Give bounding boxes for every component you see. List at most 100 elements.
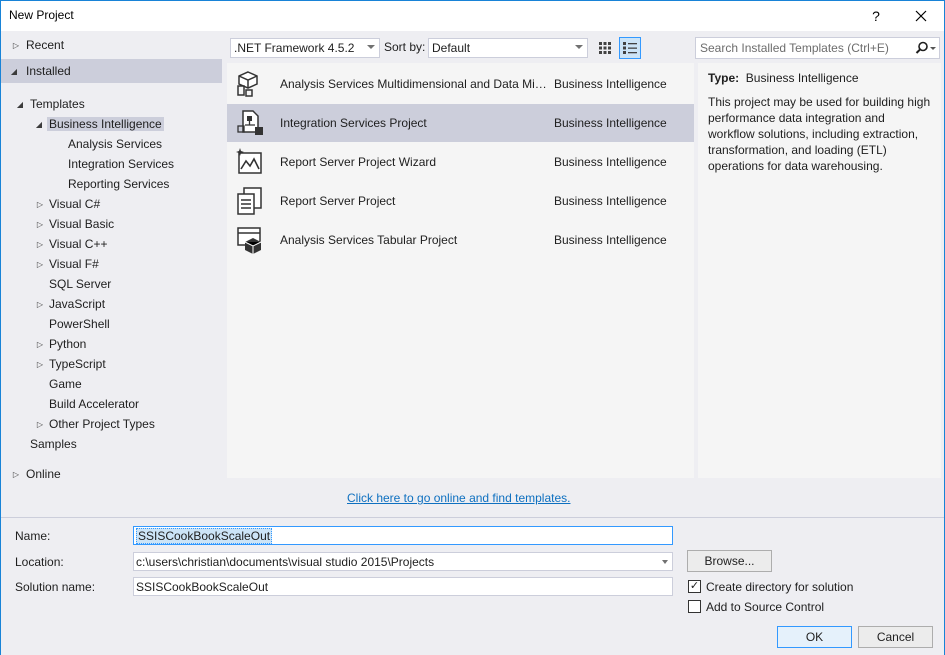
sort-dropdown[interactable]: Default: [428, 38, 588, 58]
tree-item-game[interactable]: Game: [1, 374, 222, 394]
search-templates-input[interactable]: Search Installed Templates (Ctrl+E): [695, 37, 940, 59]
create-directory-label[interactable]: Create directory for solution: [706, 580, 853, 594]
template-list: Analysis Services Multidimensional and D…: [227, 63, 694, 478]
tree-label: Visual Basic: [49, 217, 115, 231]
list-icon: [623, 42, 637, 54]
tree-item-integration-services[interactable]: Integration Services: [1, 154, 222, 174]
template-name: Report Server Project Wizard: [280, 155, 437, 169]
expand-icon[interactable]: ▷: [35, 419, 45, 429]
template-category: Business Intelligence: [554, 116, 667, 130]
tree-label: PowerShell: [49, 317, 110, 331]
solution-name-field[interactable]: SSISCookBookScaleOut: [133, 577, 673, 596]
source-control-label[interactable]: Add to Source Control: [706, 600, 824, 614]
framework-dropdown[interactable]: .NET Framework 4.5.2: [230, 38, 380, 58]
location-field[interactable]: c:\users\christian\documents\visual stud…: [133, 552, 673, 571]
template-name: Analysis Services Multidimensional and D…: [280, 77, 552, 91]
location-label: Location:: [15, 555, 64, 569]
tree-item-reporting-services[interactable]: Reporting Services: [1, 174, 222, 194]
collapse-icon[interactable]: ◢: [15, 99, 25, 109]
tree-label: SQL Server: [49, 277, 112, 291]
help-button[interactable]: ?: [853, 1, 899, 31]
expand-icon[interactable]: ▷: [35, 339, 45, 349]
tree-label: Integration Services: [68, 157, 175, 171]
collapse-icon[interactable]: ◢: [9, 66, 19, 76]
tree-item-visual-csharp[interactable]: ▷ Visual C#: [1, 194, 222, 214]
expand-icon[interactable]: ▷: [35, 199, 45, 209]
tree-label: Visual F#: [49, 257, 99, 271]
tree-item-javascript[interactable]: ▷ JavaScript: [1, 294, 222, 314]
online-templates-link[interactable]: Click here to go online and find templat…: [347, 491, 570, 505]
tree-item-build-accelerator[interactable]: Build Accelerator: [1, 394, 222, 414]
template-row[interactable]: Analysis Services Tabular Project Busine…: [227, 221, 694, 259]
tree-label: TypeScript: [49, 357, 106, 371]
tree-item-samples[interactable]: Samples: [1, 434, 222, 454]
tree-label: Build Accelerator: [49, 397, 140, 411]
template-row[interactable]: Report Server Project Business Intellige…: [227, 182, 694, 220]
tree-label: Analysis Services: [68, 137, 163, 151]
template-description: This project may be used for building hi…: [708, 95, 931, 173]
tree-label: Business Intelligence: [47, 117, 164, 131]
small-icons-view-button[interactable]: [594, 37, 616, 59]
search-options-icon[interactable]: [930, 47, 936, 50]
expand-icon[interactable]: ▷: [11, 40, 21, 50]
sort-value: Default: [432, 41, 471, 55]
expand-icon[interactable]: ▷: [35, 239, 45, 249]
template-category: Business Intelligence: [554, 77, 667, 91]
close-icon: [915, 10, 927, 22]
integration-icon: [237, 110, 263, 135]
source-control-checkbox[interactable]: [688, 600, 701, 613]
tree-item-templates[interactable]: ◢ Templates: [1, 94, 222, 114]
browse-button[interactable]: Browse...: [687, 550, 772, 572]
tree-label: Templates: [30, 97, 85, 111]
template-row[interactable]: Integration Services Project Business In…: [227, 104, 694, 142]
project-form: Name: SSISCookBookScaleOut Location: c:\…: [1, 517, 944, 655]
tree-item-other-project-types[interactable]: ▷ Other Project Types: [1, 414, 222, 434]
cancel-button[interactable]: Cancel: [858, 626, 933, 648]
location-value: c:\users\christian\documents\visual stud…: [136, 554, 435, 569]
collapse-icon[interactable]: ◢: [34, 119, 44, 129]
expand-icon[interactable]: ▷: [11, 469, 21, 479]
ok-button[interactable]: OK: [777, 626, 852, 648]
tree-item-powershell[interactable]: PowerShell: [1, 314, 222, 334]
tree-item-installed[interactable]: ◢ Installed: [1, 59, 222, 83]
tree-item-business-intelligence[interactable]: ◢ Business Intelligence: [1, 114, 222, 134]
tabular-icon: [237, 227, 262, 254]
expand-icon[interactable]: ▷: [35, 359, 45, 369]
search-icon[interactable]: [915, 41, 929, 55]
template-category: Business Intelligence: [554, 155, 667, 169]
tree-label: Online: [26, 467, 61, 481]
expand-icon[interactable]: ▷: [35, 219, 45, 229]
create-directory-checkbox[interactable]: ✓: [688, 580, 701, 593]
tree-label: Recent: [26, 38, 65, 52]
tree-label: Python: [49, 337, 87, 351]
tree-item-recent[interactable]: ▷ Recent: [1, 35, 222, 55]
tree-item-analysis-services[interactable]: Analysis Services: [1, 134, 222, 154]
grid-icon: [599, 42, 611, 54]
template-name: Report Server Project: [280, 194, 396, 208]
template-tree: ▷ Recent ◢ Installed ◢ Templates ◢ Busin…: [1, 31, 222, 511]
framework-value: .NET Framework 4.5.2: [234, 41, 355, 55]
template-row[interactable]: Analysis Services Multidimensional and D…: [227, 65, 694, 103]
template-category: Business Intelligence: [554, 194, 667, 208]
tree-item-online[interactable]: ▷ Online: [1, 464, 222, 484]
tree-item-visual-fsharp[interactable]: ▷ Visual F#: [1, 254, 222, 274]
cube-icon: [237, 71, 258, 97]
tree-item-typescript[interactable]: ▷ TypeScript: [1, 354, 222, 374]
template-row[interactable]: Report Server Project Wizard Business In…: [227, 143, 694, 181]
title-bar: New Project ?: [1, 1, 944, 31]
name-field[interactable]: SSISCookBookScaleOut: [133, 526, 673, 545]
tree-item-visual-basic[interactable]: ▷ Visual Basic: [1, 214, 222, 234]
close-button[interactable]: [898, 1, 944, 31]
tree-label: Other Project Types: [49, 417, 155, 431]
window-title: New Project: [9, 8, 74, 22]
tree-item-sql-server[interactable]: SQL Server: [1, 274, 222, 294]
expand-icon[interactable]: ▷: [35, 299, 45, 309]
tree-item-visual-cpp[interactable]: ▷ Visual C++: [1, 234, 222, 254]
name-value: SSISCookBookScaleOut: [136, 527, 273, 544]
chevron-down-icon[interactable]: [662, 560, 668, 564]
expand-icon[interactable]: ▷: [35, 259, 45, 269]
tree-item-python[interactable]: ▷ Python: [1, 334, 222, 354]
list-view-button[interactable]: [619, 37, 641, 59]
solution-name-label: Solution name:: [15, 580, 96, 594]
template-details: Type: Business Intelligence This project…: [698, 63, 941, 478]
